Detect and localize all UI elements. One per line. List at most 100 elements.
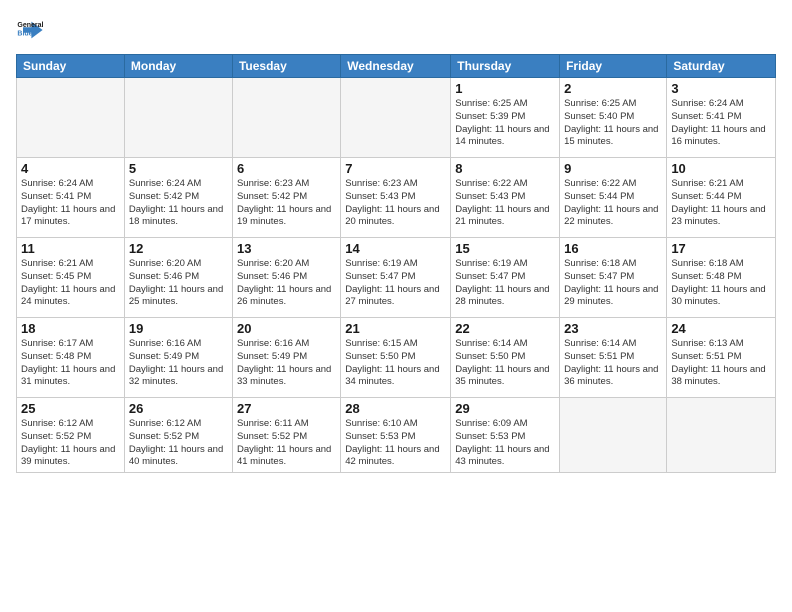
day-info: Sunrise: 6:13 AM Sunset: 5:51 PM Dayligh… (671, 338, 771, 389)
calendar-cell: 1Sunrise: 6:25 AM Sunset: 5:39 PM Daylig… (451, 78, 560, 158)
calendar-cell: 22Sunrise: 6:14 AM Sunset: 5:50 PM Dayli… (451, 318, 560, 398)
day-number: 19 (129, 321, 228, 336)
calendar-week-row: 25 Sunrise: 6:12 AM Sunset: 5:52 PM Dayli… (17, 398, 776, 473)
day-info: Sunrise: 6:20 AM Sunset: 5:46 PM Dayligh… (237, 258, 336, 309)
calendar-cell: 17 Sunrise: 6:18 AM Sunset: 5:48 PM Dayli… (667, 238, 776, 318)
calendar-cell: 25 Sunrise: 6:12 AM Sunset: 5:52 PM Dayli… (17, 398, 125, 473)
day-number: 16 (564, 241, 662, 256)
day-info: Sunrise: 6:21 AM Sunset: 5:44 PM Dayligh… (671, 178, 771, 229)
calendar-cell: 13Sunrise: 6:20 AM Sunset: 5:46 PM Dayli… (232, 238, 340, 318)
calendar-cell: 14 Sunrise: 6:19 AM Sunset: 5:47 PM Dayli… (341, 238, 451, 318)
svg-text:Blue: Blue (17, 31, 32, 38)
svg-text:General: General (17, 22, 43, 29)
day-number: 17 (671, 241, 771, 256)
day-header-monday: Monday (124, 55, 232, 78)
day-header-wednesday: Wednesday (341, 55, 451, 78)
day-info: Sunrise: 6:16 AM Sunset: 5:49 PM Dayligh… (129, 338, 228, 389)
calendar-cell (341, 78, 451, 158)
calendar-cell: 29 Sunrise: 6:09 AM Sunset: 5:53 PM Dayli… (451, 398, 560, 473)
day-info: Sunrise: 6:16 AM Sunset: 5:49 PM Dayligh… (237, 338, 336, 389)
day-info: Sunrise: 6:10 AM Sunset: 5:53 PM Dayligh… (345, 418, 446, 469)
day-number: 20 (237, 321, 336, 336)
day-number: 2 (564, 81, 662, 96)
day-info: Sunrise: 6:14 AM Sunset: 5:51 PM Dayligh… (564, 338, 662, 389)
calendar-cell: 10 Sunrise: 6:21 AM Sunset: 5:44 PM Dayli… (667, 158, 776, 238)
page: General Blue SundayMondayTuesdayWednesda… (0, 0, 792, 612)
calendar-cell: 3Sunrise: 6:24 AM Sunset: 5:41 PM Daylig… (667, 78, 776, 158)
day-number: 11 (21, 241, 120, 256)
day-info: Sunrise: 6:25 AM Sunset: 5:39 PM Dayligh… (455, 98, 555, 149)
day-number: 7 (345, 161, 446, 176)
day-number: 23 (564, 321, 662, 336)
day-number: 27 (237, 401, 336, 416)
day-number: 26 (129, 401, 228, 416)
calendar-cell: 18 Sunrise: 6:17 AM Sunset: 5:48 PM Dayli… (17, 318, 125, 398)
day-number: 25 (21, 401, 120, 416)
calendar-cell: 7 Sunrise: 6:23 AM Sunset: 5:43 PM Daylig… (341, 158, 451, 238)
calendar-cell: 4 Sunrise: 6:24 AM Sunset: 5:41 PM Daylig… (17, 158, 125, 238)
day-info: Sunrise: 6:14 AM Sunset: 5:50 PM Dayligh… (455, 338, 555, 389)
day-info: Sunrise: 6:20 AM Sunset: 5:46 PM Dayligh… (129, 258, 228, 309)
day-info: Sunrise: 6:24 AM Sunset: 5:42 PM Dayligh… (129, 178, 228, 229)
day-number: 9 (564, 161, 662, 176)
calendar-cell: 27 Sunrise: 6:11 AM Sunset: 5:52 PM Dayli… (232, 398, 340, 473)
calendar-cell: 15 Sunrise: 6:19 AM Sunset: 5:47 PM Dayli… (451, 238, 560, 318)
calendar-cell: 8 Sunrise: 6:22 AM Sunset: 5:43 PM Daylig… (451, 158, 560, 238)
day-info: Sunrise: 6:19 AM Sunset: 5:47 PM Dayligh… (455, 258, 555, 309)
logo-icon: General Blue (16, 16, 44, 44)
calendar-cell (17, 78, 125, 158)
calendar-cell: 12 Sunrise: 6:20 AM Sunset: 5:46 PM Dayli… (124, 238, 232, 318)
day-header-thursday: Thursday (451, 55, 560, 78)
day-info: Sunrise: 6:21 AM Sunset: 5:45 PM Dayligh… (21, 258, 120, 309)
day-number: 6 (237, 161, 336, 176)
calendar-week-row: 4 Sunrise: 6:24 AM Sunset: 5:41 PM Daylig… (17, 158, 776, 238)
day-info: Sunrise: 6:25 AM Sunset: 5:40 PM Dayligh… (564, 98, 662, 149)
day-info: Sunrise: 6:19 AM Sunset: 5:47 PM Dayligh… (345, 258, 446, 309)
day-number: 28 (345, 401, 446, 416)
calendar-cell: 16 Sunrise: 6:18 AM Sunset: 5:47 PM Dayli… (560, 238, 667, 318)
day-number: 18 (21, 321, 120, 336)
day-info: Sunrise: 6:18 AM Sunset: 5:48 PM Dayligh… (671, 258, 771, 309)
header: General Blue (16, 16, 776, 44)
day-number: 29 (455, 401, 555, 416)
day-header-saturday: Saturday (667, 55, 776, 78)
calendar-cell: 28 Sunrise: 6:10 AM Sunset: 5:53 PM Dayli… (341, 398, 451, 473)
day-number: 8 (455, 161, 555, 176)
day-info: Sunrise: 6:15 AM Sunset: 5:50 PM Dayligh… (345, 338, 446, 389)
calendar-cell: 19 Sunrise: 6:16 AM Sunset: 5:49 PM Dayli… (124, 318, 232, 398)
calendar-cell (232, 78, 340, 158)
day-info: Sunrise: 6:22 AM Sunset: 5:43 PM Dayligh… (455, 178, 555, 229)
calendar-cell: 23 Sunrise: 6:14 AM Sunset: 5:51 PM Dayli… (560, 318, 667, 398)
day-info: Sunrise: 6:09 AM Sunset: 5:53 PM Dayligh… (455, 418, 555, 469)
day-info: Sunrise: 6:12 AM Sunset: 5:52 PM Dayligh… (129, 418, 228, 469)
day-info: Sunrise: 6:17 AM Sunset: 5:48 PM Dayligh… (21, 338, 120, 389)
day-info: Sunrise: 6:12 AM Sunset: 5:52 PM Dayligh… (21, 418, 120, 469)
day-number: 14 (345, 241, 446, 256)
calendar-cell: 24Sunrise: 6:13 AM Sunset: 5:51 PM Dayli… (667, 318, 776, 398)
day-header-friday: Friday (560, 55, 667, 78)
day-info: Sunrise: 6:23 AM Sunset: 5:43 PM Dayligh… (345, 178, 446, 229)
day-info: Sunrise: 6:18 AM Sunset: 5:47 PM Dayligh… (564, 258, 662, 309)
calendar-cell (560, 398, 667, 473)
day-number: 15 (455, 241, 555, 256)
calendar-week-row: 1Sunrise: 6:25 AM Sunset: 5:39 PM Daylig… (17, 78, 776, 158)
day-info: Sunrise: 6:24 AM Sunset: 5:41 PM Dayligh… (21, 178, 120, 229)
day-header-sunday: Sunday (17, 55, 125, 78)
calendar-cell: 11 Sunrise: 6:21 AM Sunset: 5:45 PM Dayli… (17, 238, 125, 318)
day-info: Sunrise: 6:23 AM Sunset: 5:42 PM Dayligh… (237, 178, 336, 229)
day-number: 4 (21, 161, 120, 176)
calendar-cell: 2 Sunrise: 6:25 AM Sunset: 5:40 PM Daylig… (560, 78, 667, 158)
day-number: 10 (671, 161, 771, 176)
calendar-table: SundayMondayTuesdayWednesdayThursdayFrid… (16, 54, 776, 473)
logo: General Blue (16, 16, 48, 44)
calendar-week-row: 11 Sunrise: 6:21 AM Sunset: 5:45 PM Dayli… (17, 238, 776, 318)
day-info: Sunrise: 6:11 AM Sunset: 5:52 PM Dayligh… (237, 418, 336, 469)
day-number: 3 (671, 81, 771, 96)
calendar-cell: 26 Sunrise: 6:12 AM Sunset: 5:52 PM Dayli… (124, 398, 232, 473)
day-header-tuesday: Tuesday (232, 55, 340, 78)
day-number: 12 (129, 241, 228, 256)
calendar-cell: 20 Sunrise: 6:16 AM Sunset: 5:49 PM Dayli… (232, 318, 340, 398)
day-number: 21 (345, 321, 446, 336)
calendar-cell: 21 Sunrise: 6:15 AM Sunset: 5:50 PM Dayli… (341, 318, 451, 398)
calendar-header-row: SundayMondayTuesdayWednesdayThursdayFrid… (17, 55, 776, 78)
